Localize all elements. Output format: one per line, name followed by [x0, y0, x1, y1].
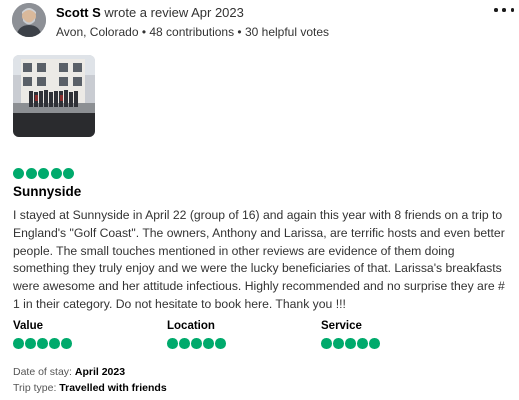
- subrating-service-bubbles: [321, 338, 380, 349]
- rating-bubble-icon: [37, 338, 48, 349]
- rating-bubble-icon: [357, 338, 368, 349]
- more-options-button[interactable]: [494, 3, 514, 17]
- subrating-location-bubbles: [167, 338, 226, 349]
- rating-bubble-icon: [203, 338, 214, 349]
- rating-bubble-icon: [345, 338, 356, 349]
- reviewer-name[interactable]: Scott S: [56, 5, 101, 20]
- subrating-label-location: Location: [167, 320, 215, 332]
- subrating-value-bubbles: [13, 338, 72, 349]
- trip-type-value: Travelled with friends: [59, 382, 167, 394]
- rating-bubble-icon: [61, 338, 72, 349]
- rating-bubble-icon: [321, 338, 332, 349]
- review-text: I stayed at Sunnyside in April 22 (group…: [13, 208, 505, 311]
- rating-bubble-icon: [49, 338, 60, 349]
- rating-bubble-icon: [50, 168, 62, 179]
- rating-bubble-icon: [215, 338, 226, 349]
- review-photo[interactable]: [13, 55, 95, 137]
- reviewer-avatar[interactable]: [12, 3, 46, 37]
- date-of-stay-value: April 2023: [74, 366, 126, 378]
- subrating-label-service: Service: [321, 320, 362, 332]
- date-of-stay: Date of stay: April 2023: [13, 366, 125, 378]
- rating-bubble-icon: [25, 338, 36, 349]
- rating-bubble-icon: [13, 168, 24, 179]
- rating-bubble-icon: [25, 168, 37, 179]
- review-header: Scott S wrote a review Apr 2023 Avon, Co…: [12, 3, 514, 43]
- review-rating: [13, 168, 74, 179]
- more-options-icon-dot: [510, 8, 514, 12]
- review-title[interactable]: Sunnyside: [13, 184, 81, 199]
- more-options-icon: [494, 8, 498, 12]
- more-options-icon-dot: [502, 8, 506, 12]
- rating-bubble-icon: [369, 338, 380, 349]
- rating-bubble-icon: [179, 338, 190, 349]
- date-of-stay-label: Date of stay:: [13, 366, 75, 378]
- trip-type-label: Trip type:: [13, 382, 60, 394]
- review-action-text: wrote a review Apr 2023: [100, 5, 244, 20]
- rating-bubble-icon: [38, 168, 49, 179]
- subrating-label-value: Value: [13, 320, 44, 332]
- reviewer-line: Scott S wrote a review Apr 2023: [56, 5, 244, 20]
- rating-bubble-icon: [333, 338, 344, 349]
- rating-bubble-icon: [167, 338, 178, 349]
- rating-bubble-icon: [13, 338, 24, 349]
- rating-bubble-icon: [63, 168, 74, 179]
- trip-type: Trip type: Travelled with friends: [13, 382, 167, 394]
- reviewer-meta: Avon, Colorado • 48 contributions • 30 h…: [56, 25, 330, 39]
- rating-bubble-icon: [191, 338, 202, 349]
